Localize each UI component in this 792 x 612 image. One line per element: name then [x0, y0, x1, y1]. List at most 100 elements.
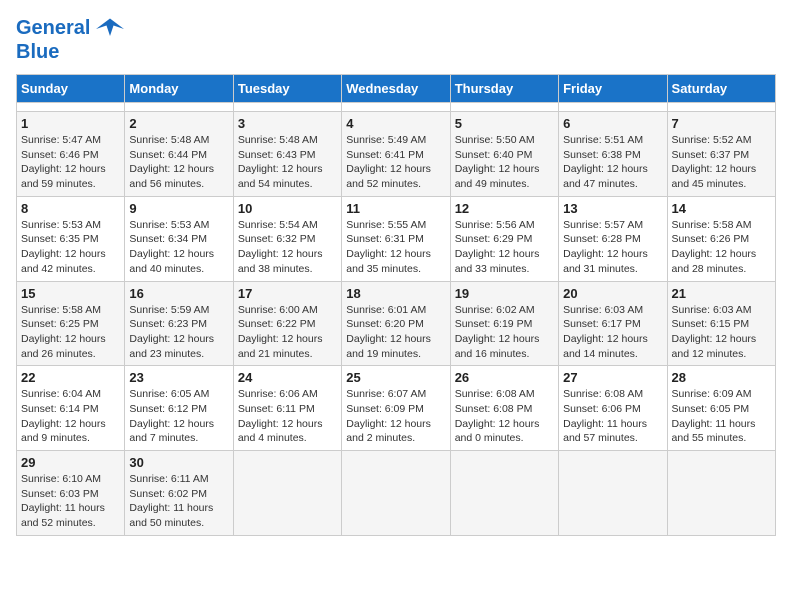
day-number: 4: [346, 116, 445, 131]
day-number: 18: [346, 286, 445, 301]
day-info: Sunrise: 6:08 AM Sunset: 6:08 PM Dayligh…: [455, 387, 554, 446]
table-row: [342, 103, 450, 112]
table-row: [667, 103, 775, 112]
day-number: 11: [346, 201, 445, 216]
day-info: Sunrise: 5:56 AM Sunset: 6:29 PM Dayligh…: [455, 218, 554, 277]
calendar-week-row: [17, 103, 776, 112]
day-number: 7: [672, 116, 771, 131]
day-info: Sunrise: 6:11 AM Sunset: 6:02 PM Dayligh…: [129, 472, 228, 531]
day-info: Sunrise: 6:03 AM Sunset: 6:15 PM Dayligh…: [672, 303, 771, 362]
table-row: 1 Sunrise: 5:47 AM Sunset: 6:46 PM Dayli…: [17, 112, 125, 197]
day-info: Sunrise: 6:09 AM Sunset: 6:05 PM Dayligh…: [672, 387, 771, 446]
table-row: 24 Sunrise: 6:06 AM Sunset: 6:11 PM Dayl…: [233, 366, 341, 451]
day-info: Sunrise: 6:02 AM Sunset: 6:19 PM Dayligh…: [455, 303, 554, 362]
table-row: 30 Sunrise: 6:11 AM Sunset: 6:02 PM Dayl…: [125, 451, 233, 536]
col-friday: Friday: [559, 75, 667, 103]
table-row: 14 Sunrise: 5:58 AM Sunset: 6:26 PM Dayl…: [667, 196, 775, 281]
day-number: 23: [129, 370, 228, 385]
day-number: 6: [563, 116, 662, 131]
table-row: 13 Sunrise: 5:57 AM Sunset: 6:28 PM Dayl…: [559, 196, 667, 281]
day-info: Sunrise: 5:57 AM Sunset: 6:28 PM Dayligh…: [563, 218, 662, 277]
day-info: Sunrise: 5:50 AM Sunset: 6:40 PM Dayligh…: [455, 133, 554, 192]
table-row: [125, 103, 233, 112]
calendar-week-row: 8 Sunrise: 5:53 AM Sunset: 6:35 PM Dayli…: [17, 196, 776, 281]
calendar-table: Sunday Monday Tuesday Wednesday Thursday…: [16, 74, 776, 536]
table-row: 19 Sunrise: 6:02 AM Sunset: 6:19 PM Dayl…: [450, 281, 558, 366]
day-number: 15: [21, 286, 120, 301]
table-row: 4 Sunrise: 5:49 AM Sunset: 6:41 PM Dayli…: [342, 112, 450, 197]
day-number: 22: [21, 370, 120, 385]
table-row: 5 Sunrise: 5:50 AM Sunset: 6:40 PM Dayli…: [450, 112, 558, 197]
day-info: Sunrise: 6:07 AM Sunset: 6:09 PM Dayligh…: [346, 387, 445, 446]
col-monday: Monday: [125, 75, 233, 103]
day-info: Sunrise: 5:55 AM Sunset: 6:31 PM Dayligh…: [346, 218, 445, 277]
day-info: Sunrise: 5:59 AM Sunset: 6:23 PM Dayligh…: [129, 303, 228, 362]
table-row: 15 Sunrise: 5:58 AM Sunset: 6:25 PM Dayl…: [17, 281, 125, 366]
table-row: 25 Sunrise: 6:07 AM Sunset: 6:09 PM Dayl…: [342, 366, 450, 451]
table-row: 11 Sunrise: 5:55 AM Sunset: 6:31 PM Dayl…: [342, 196, 450, 281]
day-number: 10: [238, 201, 337, 216]
calendar-week-row: 29 Sunrise: 6:10 AM Sunset: 6:03 PM Dayl…: [17, 451, 776, 536]
table-row: 3 Sunrise: 5:48 AM Sunset: 6:43 PM Dayli…: [233, 112, 341, 197]
day-info: Sunrise: 5:53 AM Sunset: 6:34 PM Dayligh…: [129, 218, 228, 277]
day-info: Sunrise: 5:58 AM Sunset: 6:26 PM Dayligh…: [672, 218, 771, 277]
day-number: 24: [238, 370, 337, 385]
day-number: 21: [672, 286, 771, 301]
day-info: Sunrise: 5:47 AM Sunset: 6:46 PM Dayligh…: [21, 133, 120, 192]
table-row: [667, 451, 775, 536]
col-sunday: Sunday: [17, 75, 125, 103]
day-info: Sunrise: 5:51 AM Sunset: 6:38 PM Dayligh…: [563, 133, 662, 192]
table-row: 20 Sunrise: 6:03 AM Sunset: 6:17 PM Dayl…: [559, 281, 667, 366]
day-number: 20: [563, 286, 662, 301]
day-info: Sunrise: 6:01 AM Sunset: 6:20 PM Dayligh…: [346, 303, 445, 362]
day-info: Sunrise: 5:58 AM Sunset: 6:25 PM Dayligh…: [21, 303, 120, 362]
table-row: 2 Sunrise: 5:48 AM Sunset: 6:44 PM Dayli…: [125, 112, 233, 197]
day-info: Sunrise: 6:08 AM Sunset: 6:06 PM Dayligh…: [563, 387, 662, 446]
day-number: 12: [455, 201, 554, 216]
day-info: Sunrise: 6:03 AM Sunset: 6:17 PM Dayligh…: [563, 303, 662, 362]
day-number: 25: [346, 370, 445, 385]
table-row: [17, 103, 125, 112]
day-number: 17: [238, 286, 337, 301]
table-row: 21 Sunrise: 6:03 AM Sunset: 6:15 PM Dayl…: [667, 281, 775, 366]
table-row: 28 Sunrise: 6:09 AM Sunset: 6:05 PM Dayl…: [667, 366, 775, 451]
table-row: 18 Sunrise: 6:01 AM Sunset: 6:20 PM Dayl…: [342, 281, 450, 366]
table-row: 23 Sunrise: 6:05 AM Sunset: 6:12 PM Dayl…: [125, 366, 233, 451]
day-number: 8: [21, 201, 120, 216]
logo-bird-icon: [96, 18, 124, 40]
calendar-header-row: Sunday Monday Tuesday Wednesday Thursday…: [17, 75, 776, 103]
table-row: 12 Sunrise: 5:56 AM Sunset: 6:29 PM Dayl…: [450, 196, 558, 281]
table-row: 8 Sunrise: 5:53 AM Sunset: 6:35 PM Dayli…: [17, 196, 125, 281]
day-number: 3: [238, 116, 337, 131]
calendar-week-row: 22 Sunrise: 6:04 AM Sunset: 6:14 PM Dayl…: [17, 366, 776, 451]
table-row: [342, 451, 450, 536]
calendar-week-row: 15 Sunrise: 5:58 AM Sunset: 6:25 PM Dayl…: [17, 281, 776, 366]
day-number: 5: [455, 116, 554, 131]
table-row: [233, 451, 341, 536]
day-info: Sunrise: 6:06 AM Sunset: 6:11 PM Dayligh…: [238, 387, 337, 446]
table-row: 9 Sunrise: 5:53 AM Sunset: 6:34 PM Dayli…: [125, 196, 233, 281]
day-info: Sunrise: 6:10 AM Sunset: 6:03 PM Dayligh…: [21, 472, 120, 531]
day-info: Sunrise: 5:54 AM Sunset: 6:32 PM Dayligh…: [238, 218, 337, 277]
day-info: Sunrise: 5:52 AM Sunset: 6:37 PM Dayligh…: [672, 133, 771, 192]
day-number: 29: [21, 455, 120, 470]
table-row: 26 Sunrise: 6:08 AM Sunset: 6:08 PM Dayl…: [450, 366, 558, 451]
table-row: 16 Sunrise: 5:59 AM Sunset: 6:23 PM Dayl…: [125, 281, 233, 366]
calendar-week-row: 1 Sunrise: 5:47 AM Sunset: 6:46 PM Dayli…: [17, 112, 776, 197]
logo-text: General Blue: [16, 16, 124, 64]
table-row: 10 Sunrise: 5:54 AM Sunset: 6:32 PM Dayl…: [233, 196, 341, 281]
day-number: 13: [563, 201, 662, 216]
table-row: 17 Sunrise: 6:00 AM Sunset: 6:22 PM Dayl…: [233, 281, 341, 366]
table-row: [559, 451, 667, 536]
day-number: 27: [563, 370, 662, 385]
day-number: 30: [129, 455, 228, 470]
col-thursday: Thursday: [450, 75, 558, 103]
day-info: Sunrise: 5:53 AM Sunset: 6:35 PM Dayligh…: [21, 218, 120, 277]
day-number: 9: [129, 201, 228, 216]
page-header: General Blue: [16, 16, 776, 64]
day-info: Sunrise: 5:48 AM Sunset: 6:44 PM Dayligh…: [129, 133, 228, 192]
day-number: 28: [672, 370, 771, 385]
col-wednesday: Wednesday: [342, 75, 450, 103]
day-number: 14: [672, 201, 771, 216]
table-row: 22 Sunrise: 6:04 AM Sunset: 6:14 PM Dayl…: [17, 366, 125, 451]
